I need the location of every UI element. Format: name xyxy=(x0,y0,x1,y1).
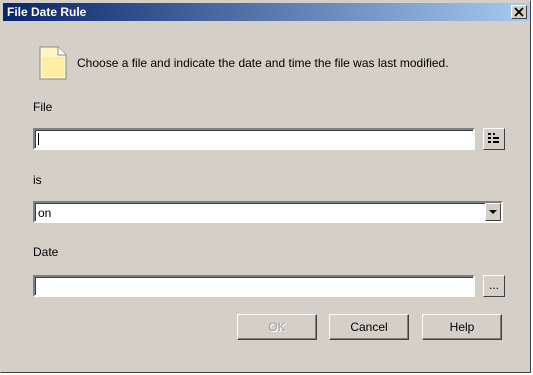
is-dropdown[interactable]: on xyxy=(33,201,503,223)
file-input[interactable] xyxy=(33,128,475,150)
file-date-rule-dialog: File Date Rule Choose a file and indicat… xyxy=(0,0,531,373)
file-label: File xyxy=(33,100,53,114)
chevron-down-icon xyxy=(489,210,497,214)
close-icon xyxy=(514,7,524,17)
cancel-button[interactable]: Cancel xyxy=(329,314,409,340)
date-input[interactable] xyxy=(33,275,475,297)
browse-file-button[interactable] xyxy=(483,128,505,150)
file-browse-icon xyxy=(488,133,499,143)
document-icon xyxy=(39,46,67,83)
is-label: is xyxy=(33,173,42,187)
is-selected-value: on xyxy=(38,206,52,220)
window-title: File Date Rule xyxy=(7,5,87,19)
date-label: Date xyxy=(33,245,59,259)
dropdown-button[interactable] xyxy=(485,203,501,221)
date-browse-button[interactable]: ... xyxy=(483,275,505,297)
title-bar[interactable]: File Date Rule xyxy=(3,3,529,21)
text-caret xyxy=(38,133,39,145)
instruction-text: Choose a file and indicate the date and … xyxy=(77,56,449,70)
ok-button[interactable]: OK xyxy=(237,314,317,340)
help-button[interactable]: Help xyxy=(422,314,502,340)
close-button[interactable] xyxy=(511,5,527,19)
